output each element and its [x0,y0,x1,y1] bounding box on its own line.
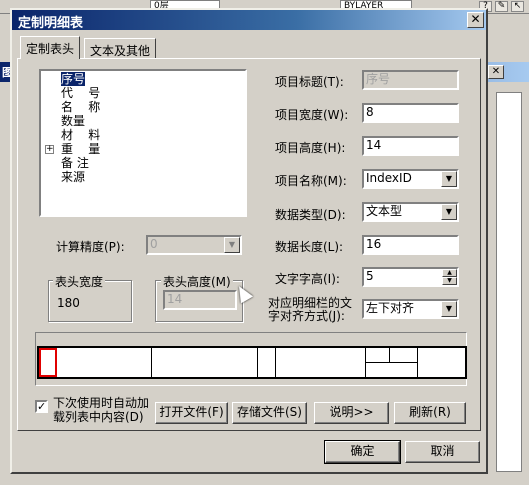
item-height-field[interactable]: 14 [362,136,459,156]
pencil-icon[interactable]: ✎ [495,1,508,12]
tree-item-source[interactable]: 来源 [61,170,85,184]
expand-icon[interactable]: + [45,145,54,154]
data-type-value: 文本型 [366,204,403,218]
dialog-close-button[interactable]: ✕ [467,12,484,28]
tree-item-remark[interactable]: 备 注 [61,156,89,170]
chevron-down-icon[interactable]: ▼ [224,237,240,253]
precision-label: 计算精度(P): [56,240,125,254]
auto-load-checkbox[interactable]: ✓ [35,400,48,413]
alignment-label: 对应明细栏的文 字对齐方式(J): [268,297,352,323]
data-type-select[interactable]: 文本型 ▼ [362,202,459,222]
alignment-select[interactable]: 左下对齐 ▼ [362,299,459,319]
column-divider [389,348,390,362]
dialog-titlebar[interactable] [12,10,486,30]
item-width-label: 项目宽度(W): [275,108,349,122]
header-height-label: 表头高度(M) [161,273,233,290]
item-name-value: IndexID [366,171,412,185]
tab-text-and-other[interactable]: 文本及其他 [84,38,157,58]
save-file-button[interactable]: 存储文件(S) [232,402,307,424]
chevron-down-icon[interactable]: ▼ [441,204,457,220]
ok-button[interactable]: 确定 [324,440,401,464]
refresh-button[interactable]: 刷新(R) [394,402,466,424]
precision-value: 0 [150,237,158,251]
column-divider [257,348,258,377]
item-name-label: 项目名称(M): [275,174,347,188]
data-length-field[interactable]: 16 [362,235,459,255]
spin-up-icon[interactable]: ▲ [442,269,457,277]
header-width-value: 180 [57,296,80,310]
auto-load-label-line2: 载列表中内容(D) [53,410,144,424]
text-height-value: 5 [366,269,374,283]
selected-column-cell [39,348,57,377]
header-preview-strip [37,346,467,379]
text-height-spinner[interactable]: 5 ▲ ▼ [362,267,459,287]
data-length-label: 数据长度(L): [275,240,344,254]
data-type-label: 数据类型(D): [275,208,346,222]
item-title-label: 项目标题(T): [275,75,344,89]
tab-custom-header[interactable]: 定制表头 [20,36,81,59]
auto-load-label-line1: 下次使用时自动加 [53,396,150,410]
item-height-label: 项目高度(H): [275,141,346,155]
background-side-panel [496,92,522,472]
header-item-tree[interactable]: 序号 代 号 名 称 数量 材 料 + 重 量 备 注 来源 [39,69,247,217]
precision-select[interactable]: 0 ▼ [146,235,242,255]
item-width-field[interactable]: 8 [362,103,459,123]
pointer-icon[interactable]: ↖ [511,1,524,12]
tree-item-material[interactable]: 材 料 [61,128,100,142]
tree-item-quantity[interactable]: 数量 [61,114,85,128]
explain-button[interactable]: 说明>> [314,402,389,424]
header-height-field[interactable]: 14 [163,290,237,310]
item-name-select[interactable]: IndexID ▼ [362,169,459,189]
column-divider [417,348,418,377]
auto-load-label: 下次使用时自动加 载列表中内容(D) [53,396,149,424]
column-divider [151,348,152,377]
header-width-label: 表头宽度 [53,273,106,290]
column-divider [275,348,276,377]
alignment-label-line2: 字对齐方式(J): [268,309,345,323]
tree-item-code[interactable]: 代 号 [61,86,100,100]
tree-item-index[interactable]: 序号 [59,71,87,87]
dialog-title: 定制明细表 [18,16,84,31]
chevron-down-icon[interactable]: ▼ [441,301,457,317]
alignment-value: 左下对齐 [366,301,415,315]
cancel-button[interactable]: 取消 [405,441,480,463]
text-height-label: 文字字高(I): [275,272,340,286]
open-file-button[interactable]: 打开文件(F) [155,402,228,424]
background-close-icon[interactable]: ✕ [488,65,504,79]
spin-down-icon[interactable]: ▼ [442,277,457,285]
chevron-down-icon[interactable]: ▼ [441,171,457,187]
item-title-field[interactable]: 序号 [362,70,459,90]
tree-item-weight[interactable]: 重 量 [61,142,100,156]
row-divider [365,362,417,363]
tree-item-name[interactable]: 名 称 [61,100,100,114]
